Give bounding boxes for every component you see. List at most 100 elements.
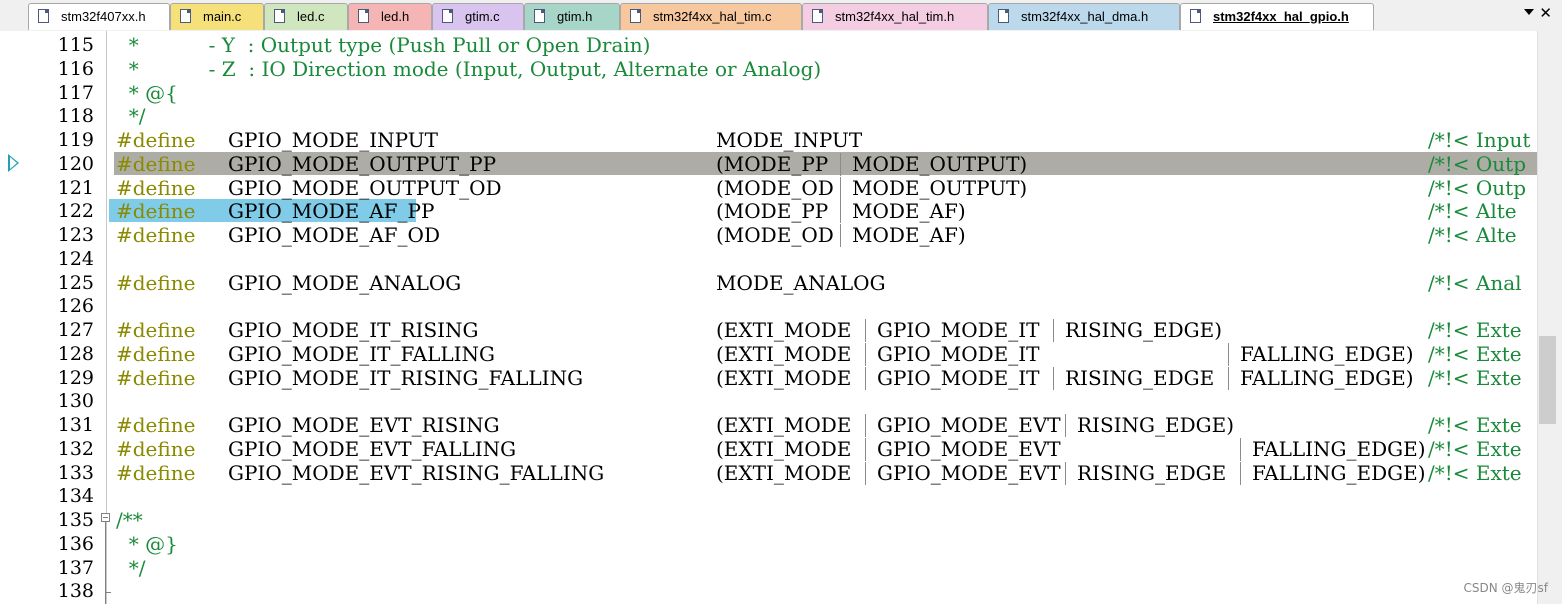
macro-value-part: FALLING_EDGE) (1252, 460, 1426, 485)
line-number: 138 (57, 580, 94, 603)
file-icon (998, 9, 1009, 23)
trailing-comment: /*!< Exte (1428, 413, 1522, 437)
macro-value-part: GPIO_MODE_EVT (877, 413, 1061, 437)
line-number: 122 (57, 200, 94, 223)
bitwise-or-operator (865, 342, 866, 366)
macro-value-part: MODE_ANALOG (716, 270, 886, 295)
vertical-scrollbar[interactable] (1537, 31, 1562, 604)
macro-value-part: RISING_EDGE (1065, 365, 1215, 390)
line-number: 116 (57, 57, 94, 80)
file-icon (180, 9, 191, 23)
define-keyword: #define (116, 318, 196, 342)
tab-stm32f407xx-h[interactable]: stm32f407xx.h (28, 3, 170, 30)
line-number: 134 (57, 485, 94, 508)
macro-value-part: FALLING_EDGE) (1240, 365, 1414, 390)
macro-name: GPIO_MODE_EVT_FALLING (228, 436, 517, 461)
define-keyword: #define (116, 341, 196, 366)
bitwise-or-operator (865, 461, 866, 485)
line-number: 130 (57, 390, 94, 413)
bitwise-or-operator (865, 366, 866, 390)
fold-guide-end (105, 592, 111, 593)
macro-value-part: MODE_OUTPUT) (852, 175, 1028, 200)
macro-name: GPIO_MODE_OUTPUT_OD (228, 175, 502, 200)
macro-value-part: MODE_OUTPUT) (852, 151, 1028, 176)
macro-value-part: (MODE_PP (716, 199, 829, 224)
macro-value-part: (EXTI_MODE (716, 318, 852, 342)
macro-name: GPIO_MODE_OUTPUT_PP (228, 151, 497, 176)
bitwise-or-operator (1065, 414, 1066, 437)
tab-gtim-h[interactable]: gtim.h (524, 3, 620, 30)
file-icon (812, 9, 823, 23)
tab-label: stm32f4xx_hal_gpio.h (1213, 9, 1349, 24)
macro-name: GPIO_MODE_AF_PP (228, 199, 435, 224)
line-number: 120 (57, 152, 94, 175)
bitwise-or-operator (1053, 319, 1054, 342)
define-keyword: #define (116, 460, 196, 485)
file-icon (534, 9, 545, 23)
watermark: CSDN @鬼刃sf (1463, 581, 1548, 595)
tab-led-h[interactable]: led.h (348, 3, 432, 30)
bitwise-or-operator (1228, 366, 1229, 390)
tab-stm32f4xx-hal-tim-c[interactable]: stm32f4xx_hal_tim.c (620, 3, 802, 30)
macro-value-part: (MODE_OD (716, 223, 834, 247)
trailing-comment: /*!< Exte (1428, 365, 1522, 390)
tab-main-c[interactable]: main.c (170, 3, 264, 30)
tab-label: stm32f4xx_hal_dma.h (1021, 9, 1149, 24)
tab-label: gtim.h (557, 9, 593, 24)
line-number: 127 (57, 319, 94, 341)
macro-value-part: MODE_AF) (852, 223, 966, 247)
comment-text: */ (116, 104, 146, 129)
close-tab-icon[interactable]: ✕ (1539, 5, 1552, 23)
line-number: 118 (57, 105, 94, 128)
tab-label: led.c (297, 9, 325, 24)
macro-name: GPIO_MODE_IT_RISING_FALLING (228, 365, 584, 390)
tab-list-dropdown-icon[interactable] (1524, 9, 1534, 15)
macro-name: GPIO_MODE_EVT_RISING (228, 413, 500, 437)
define-keyword: #define (116, 175, 196, 200)
bitwise-or-operator (865, 319, 866, 342)
tab-stm32f4xx-hal-gpio-h[interactable]: stm32f4xx_hal_gpio.h (1180, 3, 1374, 30)
tab-label: stm32f4xx_hal_tim.h (835, 9, 955, 24)
line-number-gutter[interactable]: 115 116 117 118 119 120 121 122 123 124 125 126 127 1… (0, 31, 111, 604)
fold-collapse-icon[interactable] (101, 513, 110, 522)
bitwise-or-operator (1240, 437, 1241, 461)
file-icon (1190, 9, 1201, 23)
code-editor[interactable]: 115 116 117 118 119 120 121 122 123 124 125 126 127 1… (0, 31, 1537, 604)
define-keyword: #define (116, 128, 196, 152)
tab-label: stm32f4xx_hal_tim.c (653, 9, 772, 24)
file-icon (630, 9, 641, 23)
tab-gtim-c[interactable]: gtim.c (432, 3, 524, 30)
macro-value-part: (EXTI_MODE (716, 460, 852, 485)
line-number: 117 (57, 81, 94, 104)
define-keyword: #define (116, 223, 196, 247)
tab-stm32f4xx-hal-dma-h[interactable]: stm32f4xx_hal_dma.h (988, 3, 1180, 30)
macro-value-part: (EXTI_MODE (716, 413, 852, 437)
line-number: 135 (57, 509, 94, 531)
line-number: 115 (57, 34, 94, 56)
line-number: 123 (57, 224, 94, 246)
macro-value-part: (EXTI_MODE (716, 436, 852, 461)
file-icon (274, 9, 285, 23)
macro-value-part: FALLING_EDGE) (1240, 341, 1414, 366)
trailing-comment: /*!< Alte (1428, 199, 1517, 224)
comment-text: * @} (116, 531, 178, 556)
line-number: 137 (57, 556, 94, 579)
define-keyword: #define (116, 436, 196, 461)
comment-text: * - Y : Output type (Push Pull or Open D… (116, 33, 651, 57)
define-keyword: #define (116, 413, 196, 437)
line-number: 128 (57, 342, 94, 365)
line-number: 126 (57, 295, 94, 318)
define-keyword: #define (116, 199, 196, 224)
bitwise-or-operator (840, 152, 841, 176)
line-number: 133 (57, 461, 94, 484)
macro-name: GPIO_MODE_AF_OD (228, 223, 440, 247)
line-number: 136 (57, 532, 94, 555)
tab-stm32f4xx-hal-tim-h[interactable]: stm32f4xx_hal_tim.h (802, 3, 988, 30)
trailing-comment: /*!< Exte (1428, 318, 1522, 342)
scrollbar-thumb[interactable] (1539, 336, 1556, 424)
macro-value-part: RISING_EDGE (1077, 460, 1227, 485)
line-number: 119 (57, 129, 94, 151)
comment-text: /** (116, 508, 143, 532)
tab-led-c[interactable]: led.c (264, 3, 348, 30)
tab-bar: stm32f407xx.h main.c led.c led.h gtim.c … (0, 0, 1562, 32)
